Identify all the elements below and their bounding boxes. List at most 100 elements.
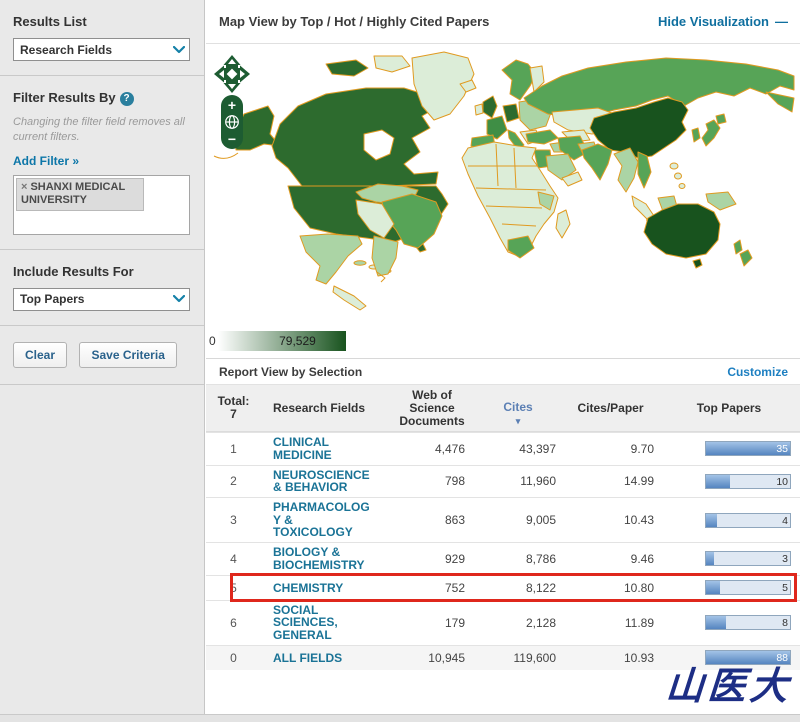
save-criteria-button[interactable]: Save Criteria (79, 341, 177, 368)
top-papers-value: 35 (776, 443, 788, 456)
help-icon[interactable]: ? (119, 92, 134, 106)
cites-value: 9,005 (525, 513, 556, 527)
field-link[interactable]: BIOLOGY & BIOCHEMISTRY (261, 546, 365, 571)
legend-gradient-bar: 79,529 (217, 331, 346, 351)
cites-per-paper-value: 14.99 (623, 474, 654, 489)
top-papers-bar: 4 (705, 512, 791, 528)
docs-value: 179 (444, 615, 465, 630)
include-results-section: Include Results For Top Papers (0, 250, 204, 326)
map-region-japan (701, 119, 721, 147)
docs-value: 10,945 (428, 650, 465, 665)
table-header-row: Total: 7 Research Fields Web of Science … (206, 385, 800, 432)
field-link[interactable]: CHEMISTRY (261, 581, 343, 595)
filter-heading: Filter Results By? (13, 90, 191, 106)
field-link[interactable]: PHARMACOLOG Y & TOXICOLOGY (261, 501, 370, 539)
zoom-control[interactable]: + − (220, 94, 244, 150)
map-color-legend: 0 79,529 (209, 331, 346, 351)
docs-value: 863 (444, 513, 465, 527)
bar-fill (706, 552, 715, 566)
bottom-strip (0, 714, 800, 722)
sidebar-actions: Clear Save Criteria (0, 326, 204, 385)
column-header-cites-sort[interactable]: Cites ▾ (473, 388, 563, 428)
include-results-heading: Include Results For (13, 263, 134, 279)
legend-min-value: 0 (209, 334, 216, 348)
map-controls: + − (213, 54, 251, 150)
report-view-bar: Report View by Selection Customize (206, 358, 800, 385)
top-papers-bar: 3 (705, 551, 791, 567)
cites-value: 8,122 (525, 580, 556, 595)
cites-value: 8,786 (525, 551, 556, 566)
map-region-germany (502, 103, 520, 123)
map-header: Map View by Top / Hot / Highly Cited Pap… (206, 0, 800, 44)
cites-value: 11,960 (520, 474, 556, 489)
row-rank: 3 (230, 513, 237, 527)
bar-fill (706, 513, 717, 527)
map-region-south-africa (507, 235, 535, 259)
column-header-top-papers: Top Papers (696, 400, 762, 415)
cites-per-paper-value: 10.43 (623, 513, 654, 527)
customize-link[interactable]: Customize (727, 365, 788, 379)
field-link[interactable]: NEUROSCIENCE & BEHAVIOR (261, 468, 370, 494)
top-papers-bar: 8 (705, 615, 791, 630)
report-view-title: Report View by Selection (219, 364, 363, 379)
chevron-down-icon (169, 289, 189, 310)
filter-chip: × SHANXI MEDICAL UNIVERSITY (16, 177, 144, 212)
remove-filter-icon[interactable]: × (21, 181, 27, 193)
field-link[interactable]: SOCIAL SCIENCES, GENERAL (261, 603, 338, 642)
top-papers-value: 3 (782, 553, 788, 566)
table-row: 3 PHARMACOLOG Y & TOXICOLOGY 863 9,005 1… (206, 497, 800, 542)
map-region-canada (271, 87, 439, 187)
add-filter-link[interactable]: Add Filter » (13, 154, 79, 168)
map-region-australia (643, 203, 721, 259)
cites-per-paper-value: 11.89 (624, 615, 654, 630)
row-rank: 5 (230, 580, 237, 595)
docs-value: 929 (444, 551, 465, 566)
zoom-in-icon[interactable]: + (228, 97, 236, 113)
row-rank: 0 (230, 650, 237, 665)
filter-note: Changing the filter field removes all cu… (13, 116, 185, 143)
zoom-out-icon[interactable]: − (228, 131, 236, 147)
map-region-india (581, 143, 613, 181)
pan-control-icon[interactable] (213, 54, 251, 94)
filter-section: Filter Results By? Changing the filter f… (0, 76, 204, 250)
row-rank: 1 (230, 441, 237, 456)
clear-button[interactable]: Clear (13, 341, 68, 368)
table-row-highlighted: 5 CHEMISTRY 752 8,122 10.80 5 (206, 572, 800, 602)
results-list-select[interactable]: Research Fields (13, 38, 190, 61)
column-header-cites-per-paper: Cites/Paper (577, 400, 644, 415)
sort-arrow-icon: ▾ (515, 416, 521, 426)
cites-per-paper-value: 9.70 (630, 441, 654, 456)
world-map[interactable] (206, 46, 800, 318)
report-table: Total: 7 Research Fields Web of Science … (206, 385, 800, 670)
cites-header-label: Cites (503, 400, 533, 414)
table-row: 2 NEUROSCIENCE & BEHAVIOR 798 11,960 14.… (206, 464, 800, 498)
top-papers-value: 10 (776, 475, 788, 488)
map-visualization: + − 0 79,529 (206, 44, 800, 358)
filter-chip-label: SHANXI MEDICAL UNIVERSITY (21, 180, 125, 207)
field-link[interactable]: CLINICAL MEDICINE (261, 436, 332, 461)
table-row: 6 SOCIAL SCIENCES, GENERAL 179 2,128 11.… (206, 599, 800, 645)
field-link[interactable]: ALL FIELDS (261, 651, 342, 665)
row-rank: 4 (230, 551, 237, 566)
map-region-new-zealand (733, 239, 743, 255)
results-list-selected-value: Research Fields (20, 42, 113, 57)
docs-value: 798 (444, 474, 465, 489)
bar-fill (706, 581, 721, 594)
watermark-text: 山医大 (664, 663, 794, 708)
cites-per-paper-value: 9.46 (630, 551, 654, 566)
main-panel: Map View by Top / Hot / Highly Cited Pap… (206, 0, 800, 722)
docs-value: 4,476 (434, 441, 465, 456)
top-papers-bar: 35 (705, 441, 791, 457)
table-row: 1 CLINICAL MEDICINE 4,476 43,397 9.70 35 (206, 432, 800, 465)
hide-visualization-link[interactable]: Hide Visualization — (658, 14, 788, 29)
top-papers-bar: 5 (705, 580, 791, 595)
results-list-heading: Results List (13, 14, 87, 29)
legend-max-value: 79,529 (279, 334, 316, 348)
filter-list-box[interactable]: × SHANXI MEDICAL UNIVERSITY (13, 174, 190, 235)
top-papers-bar: 10 (705, 473, 791, 489)
sidebar: Results List Research Fields Filter Resu… (0, 0, 205, 722)
top-papers-value: 5 (782, 582, 788, 594)
cites-per-paper-value: 10.93 (623, 650, 654, 665)
map-region-argentina (371, 235, 399, 277)
include-results-select[interactable]: Top Papers (13, 287, 190, 311)
